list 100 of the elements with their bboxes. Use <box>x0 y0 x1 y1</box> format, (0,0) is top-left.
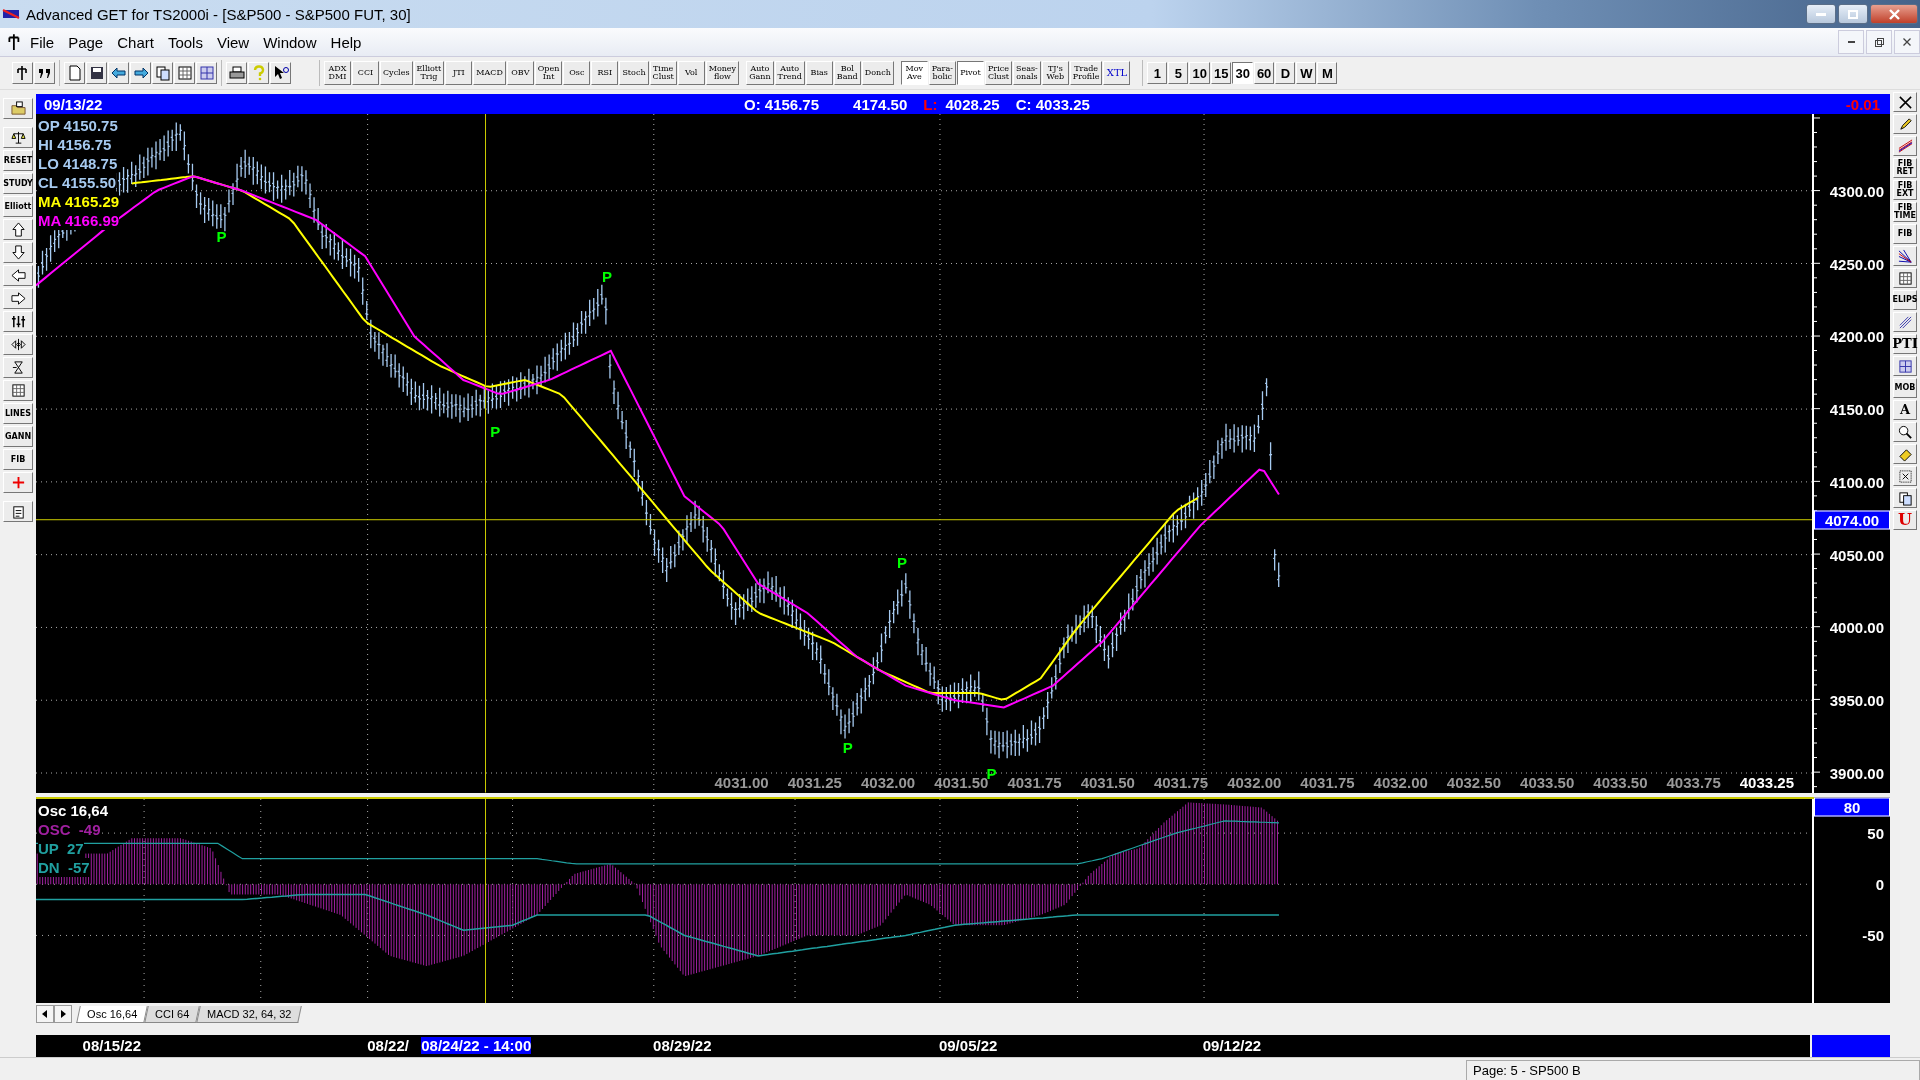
tool-button[interactable] <box>3 288 33 309</box>
tool-button[interactable] <box>3 311 33 332</box>
interval-button[interactable]: W <box>1296 62 1317 84</box>
tool-button[interactable]: FIB <box>1893 224 1917 244</box>
indicator-button[interactable]: Bol Band <box>833 61 861 85</box>
tool-button[interactable]: ELIPS <box>1893 290 1917 310</box>
indicator-button[interactable]: RSI <box>591 61 619 85</box>
interval-button[interactable]: 15 <box>1210 62 1232 84</box>
menu-item[interactable]: View <box>210 31 258 53</box>
menu-item[interactable]: Chart <box>111 31 162 53</box>
tool-button[interactable] <box>3 357 33 378</box>
minimize-button[interactable] <box>1806 4 1836 24</box>
tool-button[interactable]: PTI <box>1893 334 1917 354</box>
tool-button[interactable] <box>3 242 33 263</box>
interval-button[interactable]: M <box>1317 62 1338 84</box>
indicator-button[interactable]: MACD <box>473 61 506 85</box>
tool-button[interactable]: MOB <box>1893 378 1917 398</box>
indicator-button[interactable]: Seas- onals <box>1013 61 1041 85</box>
tool-button[interactable] <box>1893 92 1917 112</box>
menu-item[interactable]: Help <box>324 31 370 53</box>
indicator-button[interactable]: XTL <box>1103 61 1131 85</box>
date-label: 08/22/ <box>367 1037 409 1054</box>
menu-item[interactable]: Window <box>257 31 325 53</box>
toolbar-button[interactable] <box>270 62 291 84</box>
tool-button[interactable]: GANN <box>3 426 33 447</box>
indicator-button[interactable]: Auto Trend <box>774 61 805 85</box>
toolbar-button[interactable] <box>130 62 151 84</box>
toolbar-button[interactable] <box>86 62 107 84</box>
indicator-button[interactable]: Time Clust <box>649 61 677 85</box>
tool-button[interactable]: FIB RET <box>1893 158 1917 178</box>
scroll-right-button[interactable] <box>54 1005 72 1024</box>
interval-button[interactable]: 30 <box>1232 62 1253 84</box>
interval-button[interactable]: 1 <box>1147 62 1168 84</box>
indicator-button[interactable]: Open Int <box>534 61 563 85</box>
tool-button[interactable]: LINES <box>3 403 33 424</box>
tool-button[interactable]: FIB EXT <box>1893 180 1917 200</box>
tool-button[interactable] <box>1893 246 1917 266</box>
indicator-button[interactable]: TJ's Web <box>1041 61 1069 85</box>
indicator-button[interactable]: Vol <box>677 61 705 85</box>
tool-button[interactable] <box>1893 114 1917 134</box>
restore-button[interactable] <box>1866 30 1892 54</box>
close-button[interactable] <box>1870 4 1918 24</box>
tool-button[interactable] <box>3 265 33 286</box>
interval-button[interactable]: 5 <box>1168 62 1189 84</box>
arrow-right-icon <box>132 65 149 81</box>
indicator-tab[interactable]: Osc 16,64 <box>76 1005 148 1023</box>
indicator-button[interactable]: Stoch <box>619 61 649 85</box>
indicator-button[interactable]: Auto Gann <box>746 61 774 85</box>
tool-button[interactable]: FIB TIME <box>1893 202 1917 222</box>
tool-button[interactable] <box>3 380 33 401</box>
tool-button[interactable]: U <box>1893 510 1917 530</box>
indicator-tab[interactable]: MACD 32, 64, 32 <box>196 1005 303 1023</box>
toolbar-button[interactable] <box>152 62 173 84</box>
indicator-tab[interactable]: CCI 64 <box>144 1005 201 1023</box>
indicator-button[interactable]: Donch <box>861 61 894 85</box>
tool-button[interactable]: STUDY <box>3 173 33 194</box>
tool-button[interactable]: RESET <box>3 150 33 171</box>
tool-button[interactable] <box>1893 488 1917 508</box>
indicator-button[interactable]: JTI <box>445 61 473 85</box>
tool-button[interactable] <box>1893 136 1917 156</box>
toolbar-button[interactable] <box>34 62 55 84</box>
tool-button[interactable] <box>3 219 33 240</box>
toolbar-button[interactable] <box>226 62 247 84</box>
indicator-button[interactable]: Para- bolic <box>928 61 956 85</box>
tool-button[interactable] <box>1893 444 1917 464</box>
tool-button[interactable] <box>3 501 33 522</box>
tool-button[interactable]: FIB <box>3 449 33 470</box>
tool-button[interactable] <box>1893 312 1917 332</box>
interval-button[interactable]: 10 <box>1189 62 1210 84</box>
interval-button[interactable]: D <box>1275 62 1296 84</box>
indicator-button[interactable]: CCI <box>352 61 379 85</box>
indicator-button[interactable]: Pivot <box>956 61 984 85</box>
menu-item[interactable]: Page <box>62 31 112 53</box>
indicator-button[interactable]: Bias <box>805 61 833 85</box>
menu-item[interactable]: File <box>24 31 63 53</box>
toolbar-button[interactable] <box>12 62 33 84</box>
interval-button[interactable]: 60 <box>1253 62 1275 84</box>
tool-button[interactable] <box>1893 356 1917 376</box>
indicator-button[interactable]: Osc <box>563 61 591 85</box>
indicator-button[interactable]: Money flow <box>705 61 740 85</box>
tool-button[interactable]: A <box>1893 400 1917 420</box>
indicator-button[interactable]: Price Clust <box>984 61 1013 85</box>
indicator-button[interactable]: Elliott Trig <box>413 61 445 85</box>
legend-value: MA 4165.29 <box>38 192 120 211</box>
indicator-button[interactable]: OBV <box>506 61 534 85</box>
tool-button[interactable] <box>3 98 33 119</box>
tool-button[interactable] <box>3 334 33 355</box>
maximize-button[interactable] <box>1838 4 1868 24</box>
indicator-button[interactable]: Mov Ave <box>900 61 928 85</box>
tool-button[interactable]: Elliott <box>3 196 33 217</box>
arrow-left-icon <box>10 268 26 283</box>
tool-button[interactable] <box>3 127 33 148</box>
indicator-button[interactable]: Cycles <box>380 61 413 85</box>
menu-item[interactable]: Tools <box>161 31 211 53</box>
indicator-button[interactable]: ADX DMI <box>324 61 351 85</box>
tool-button[interactable] <box>1893 422 1917 442</box>
indicator-button[interactable]: Trade Profile <box>1069 61 1103 85</box>
scroll-left-button[interactable] <box>36 1005 54 1024</box>
toolbar-button[interactable] <box>108 62 129 84</box>
tool-button[interactable] <box>1893 268 1917 288</box>
